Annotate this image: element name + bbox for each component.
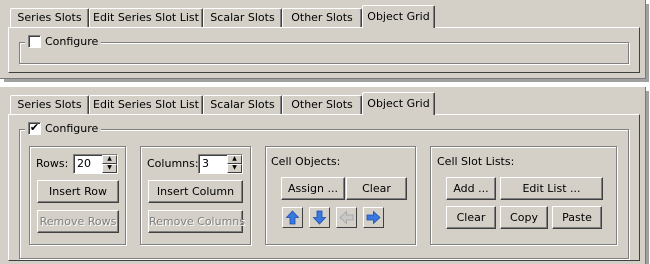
configure-checkbox[interactable]: [28, 35, 41, 48]
tab-scalar-slots[interactable]: Scalar Slots: [203, 8, 282, 27]
tab-content: Configure: [8, 27, 640, 73]
configure-groupbox: [19, 42, 629, 64]
check-mark-icon: ✔: [29, 121, 40, 134]
move-left-button[interactable]: [336, 207, 357, 228]
configure-checkbox[interactable]: ✔: [28, 122, 41, 135]
tab-other-slots[interactable]: Other Slots: [282, 95, 362, 114]
tab-object-grid[interactable]: Object Grid: [362, 5, 435, 28]
tab-other-slots[interactable]: Other Slots: [282, 8, 362, 27]
insert-column-button[interactable]: Insert Column: [148, 180, 243, 203]
move-up-button[interactable]: [282, 207, 303, 228]
remove-rows-button[interactable]: Remove Rows: [37, 210, 119, 233]
tab-series-slots[interactable]: Series Slots: [10, 8, 89, 27]
tab-edit-series-slot-list[interactable]: Edit Series Slot List: [89, 8, 203, 27]
add-slot-list-button[interactable]: Add ...: [446, 177, 496, 200]
arrow-down-icon: [312, 210, 327, 225]
spin-up-icon[interactable]: ▲: [227, 155, 242, 164]
insert-row-button[interactable]: Insert Row: [37, 180, 119, 203]
panel-shadow: [4, 79, 649, 82]
paste-button[interactable]: Paste: [552, 206, 602, 229]
panel-shadow: [646, 4, 649, 80]
tab-object-grid[interactable]: Object Grid: [362, 92, 435, 115]
arrow-left-icon: [339, 210, 354, 225]
configure-label: Configure: [45, 35, 99, 48]
slot-lists-clear-button[interactable]: Clear: [446, 206, 496, 229]
edit-list-button[interactable]: Edit List ...: [500, 177, 603, 200]
rows-value: 20: [77, 157, 91, 170]
columns-spinner[interactable]: 3 ▲ ▼: [198, 154, 243, 174]
assign-button[interactable]: Assign ...: [281, 177, 345, 200]
configure-toggle[interactable]: ✔ Configure: [25, 122, 102, 135]
move-right-button[interactable]: [363, 207, 384, 228]
spin-up-icon[interactable]: ▲: [102, 155, 117, 164]
remove-columns-button[interactable]: Remove Columns: [148, 210, 245, 233]
move-down-button[interactable]: [309, 207, 330, 228]
spin-down-icon[interactable]: ▼: [102, 164, 117, 173]
spin-down-icon[interactable]: ▼: [227, 164, 242, 173]
tab-content: ✔ Configure Rows: 20 ▲ ▼ Insert Row Remo…: [8, 114, 640, 261]
configure-label: Configure: [45, 122, 99, 135]
tab-edit-series-slot-list[interactable]: Edit Series Slot List: [89, 95, 203, 114]
arrow-right-icon: [366, 210, 381, 225]
cell-objects-title: Cell Objects:: [271, 155, 341, 168]
tab-scalar-slots[interactable]: Scalar Slots: [203, 95, 282, 114]
columns-label: Columns:: [147, 157, 199, 170]
cell-objects-clear-button[interactable]: Clear: [346, 177, 407, 200]
copy-button[interactable]: Copy: [500, 206, 548, 229]
panel-shadow: [646, 91, 649, 264]
columns-value: 3: [202, 157, 209, 170]
object-panel-bottom: Series Slots Edit Series Slot List Scala…: [0, 87, 649, 264]
object-panel-top: Series Slots Edit Series Slot List Scala…: [0, 0, 649, 82]
arrow-up-icon: [285, 210, 300, 225]
configure-toggle[interactable]: Configure: [25, 35, 102, 48]
tab-series-slots[interactable]: Series Slots: [10, 95, 89, 114]
cell-slot-lists-title: Cell Slot Lists:: [437, 155, 515, 168]
rows-spinner[interactable]: 20 ▲ ▼: [73, 154, 118, 174]
rows-label: Rows:: [36, 157, 69, 170]
